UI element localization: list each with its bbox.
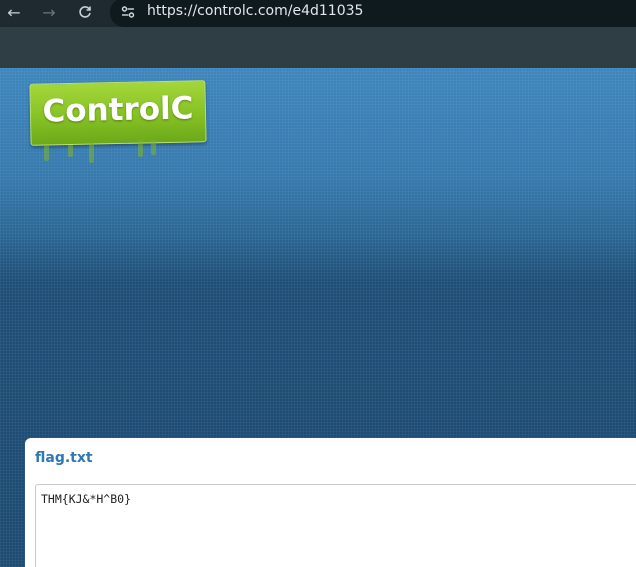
arrow-right-icon: →: [42, 2, 56, 22]
paste-text[interactable]: THM{KJ&*H^B0}: [41, 492, 131, 506]
logo-text: ControlC: [42, 90, 194, 130]
site-info-button[interactable]: [118, 2, 138, 22]
bookmarks-bar: [0, 27, 636, 68]
arrow-left-icon: ←: [7, 2, 21, 22]
paste-content-box[interactable]: THM{KJ&*H^B0}: [35, 484, 636, 567]
url-text[interactable]: https://controlc.com/e4d11035: [147, 3, 363, 19]
logo-drip: [68, 145, 73, 157]
reload-icon: [79, 6, 91, 18]
browser-toolbar: ← → https://controlc.com/e4d11035: [0, 0, 636, 27]
paste-panel: flag.txt THM{KJ&*H^B0}: [25, 438, 636, 567]
tune-icon: [121, 6, 135, 18]
forward-button[interactable]: →: [36, 0, 62, 24]
logo-drip: [44, 145, 49, 161]
back-button[interactable]: ←: [1, 0, 27, 24]
logo-drip: [89, 143, 94, 163]
site-logo[interactable]: ControlC: [29, 80, 207, 163]
paste-title: flag.txt: [35, 450, 93, 466]
reload-button[interactable]: [72, 0, 98, 24]
logo-drip: [151, 140, 156, 155]
logo-drip: [138, 140, 143, 157]
address-bar[interactable]: https://controlc.com/e4d11035: [110, 0, 636, 27]
